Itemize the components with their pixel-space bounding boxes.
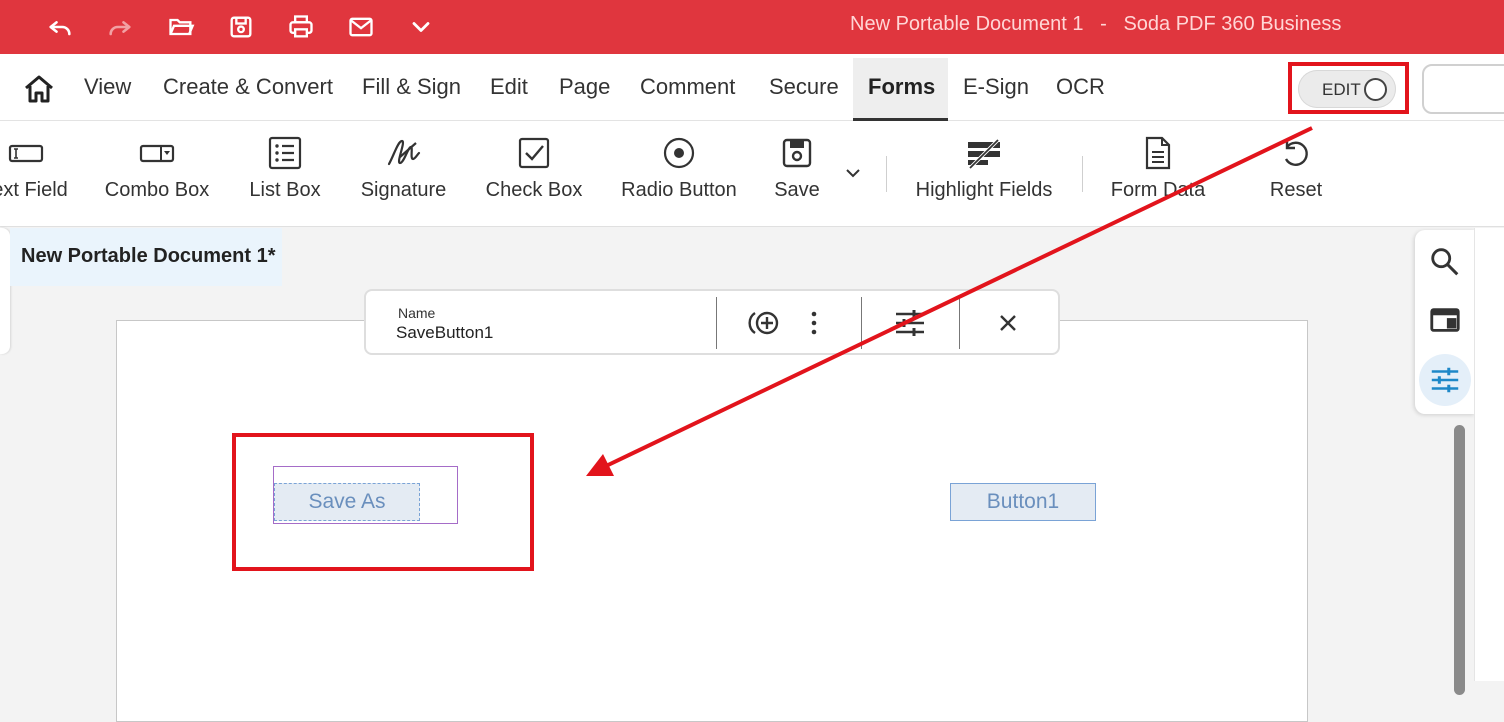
combo-box-label: Combo Box <box>104 179 210 201</box>
toolbar-divider <box>886 156 887 192</box>
title-bar: New Portable Document 1 - Soda PDF 360 B… <box>0 0 1504 54</box>
save-form-icon <box>779 135 815 171</box>
name-value[interactable]: SaveButton1 <box>396 323 493 343</box>
signature-button[interactable]: Signature <box>356 121 451 226</box>
combo-box-button[interactable]: Combo Box <box>103 121 211 226</box>
form-data-button[interactable]: Form Data <box>1108 121 1208 226</box>
text-field-button[interactable]: ext Field <box>0 121 80 226</box>
right-strip <box>1474 228 1504 681</box>
chevron-down-icon[interactable] <box>405 11 437 43</box>
more-options-icon[interactable] <box>796 305 832 341</box>
panel-icon[interactable] <box>1427 302 1463 338</box>
radio-button-label: Radio Button <box>621 179 737 201</box>
list-box-label: List Box <box>249 179 321 201</box>
list-box-icon <box>267 135 303 171</box>
home-icon[interactable] <box>22 74 56 104</box>
reset-icon <box>1278 135 1314 171</box>
document-tab[interactable]: New Portable Document 1* <box>10 228 282 286</box>
signature-icon <box>386 135 422 171</box>
field-properties-bar: Name SaveButton1 <box>364 289 1060 355</box>
vertical-scrollbar[interactable] <box>1448 420 1468 695</box>
prop-divider <box>959 297 960 349</box>
right-side-dock <box>1415 230 1475 414</box>
reset-button[interactable]: Reset <box>1262 121 1330 226</box>
prop-divider <box>861 297 862 349</box>
tab-forms[interactable]: Forms <box>868 74 935 100</box>
save-button[interactable]: Save <box>766 121 828 226</box>
left-panel-edge <box>0 228 10 354</box>
reset-label: Reset <box>1269 179 1323 201</box>
text-field-label: ext Field <box>0 179 68 201</box>
ribbon-tabs: View Create & Convert Fill & Sign Edit P… <box>0 54 1504 122</box>
properties-settings-icon[interactable] <box>892 305 928 341</box>
tab-page[interactable]: Page <box>559 74 610 100</box>
mail-icon[interactable] <box>345 11 377 43</box>
tab-secure[interactable]: Secure <box>769 74 839 100</box>
properties-panel-icon[interactable] <box>1427 362 1463 398</box>
combo-box-icon <box>139 135 175 171</box>
radio-button-button[interactable]: Radio Button <box>618 121 740 226</box>
signature-label: Signature <box>360 179 447 201</box>
form-data-icon <box>1140 135 1176 171</box>
toolbar-divider <box>1082 156 1083 192</box>
highlight-fields-icon <box>966 135 1002 171</box>
text-field-icon <box>8 135 44 171</box>
highlight-fields-label: Highlight Fields <box>915 179 1053 201</box>
list-box-button[interactable]: List Box <box>240 121 330 226</box>
tab-ocr[interactable]: OCR <box>1056 74 1105 100</box>
document-tab-title: New Portable Document 1* <box>21 245 276 267</box>
redo-icon[interactable] <box>104 11 136 43</box>
open-folder-icon[interactable] <box>165 11 197 43</box>
undo-icon[interactable] <box>44 11 76 43</box>
radio-button-icon <box>661 135 697 171</box>
check-box-label: Check Box <box>485 179 583 201</box>
save-dropdown-chevron-icon[interactable] <box>843 163 863 183</box>
highlight-fields-button[interactable]: Highlight Fields <box>913 121 1055 226</box>
name-label: Name <box>398 305 436 321</box>
check-box-icon <box>516 135 552 171</box>
annotation-edit-highlight <box>1288 62 1409 114</box>
save-label: Save <box>774 179 820 201</box>
check-box-button[interactable]: Check Box <box>484 121 584 226</box>
search-input[interactable] <box>1422 64 1504 114</box>
add-action-icon[interactable] <box>746 305 782 341</box>
close-icon[interactable] <box>990 305 1026 341</box>
tab-create-convert[interactable]: Create & Convert <box>163 74 333 100</box>
tab-comment[interactable]: Comment <box>640 74 735 100</box>
scrollbar-thumb[interactable] <box>1454 425 1465 695</box>
search-icon[interactable] <box>1427 244 1463 280</box>
tab-esign[interactable]: E-Sign <box>963 74 1029 100</box>
tab-fill-sign[interactable]: Fill & Sign <box>362 74 461 100</box>
prop-divider <box>716 297 717 349</box>
tab-edit[interactable]: Edit <box>490 74 528 100</box>
annotation-field-highlight <box>232 433 534 571</box>
window-title: New Portable Document 1 - Soda PDF 360 B… <box>850 13 1342 35</box>
button1-form-button[interactable]: Button1 <box>950 483 1096 521</box>
print-icon[interactable] <box>285 11 317 43</box>
forms-toolbar: ext Field Combo Box List Box Signature C… <box>0 121 1504 227</box>
save-icon[interactable] <box>225 11 257 43</box>
tab-view[interactable]: View <box>84 74 131 100</box>
form-data-label: Form Data <box>1110 179 1206 201</box>
